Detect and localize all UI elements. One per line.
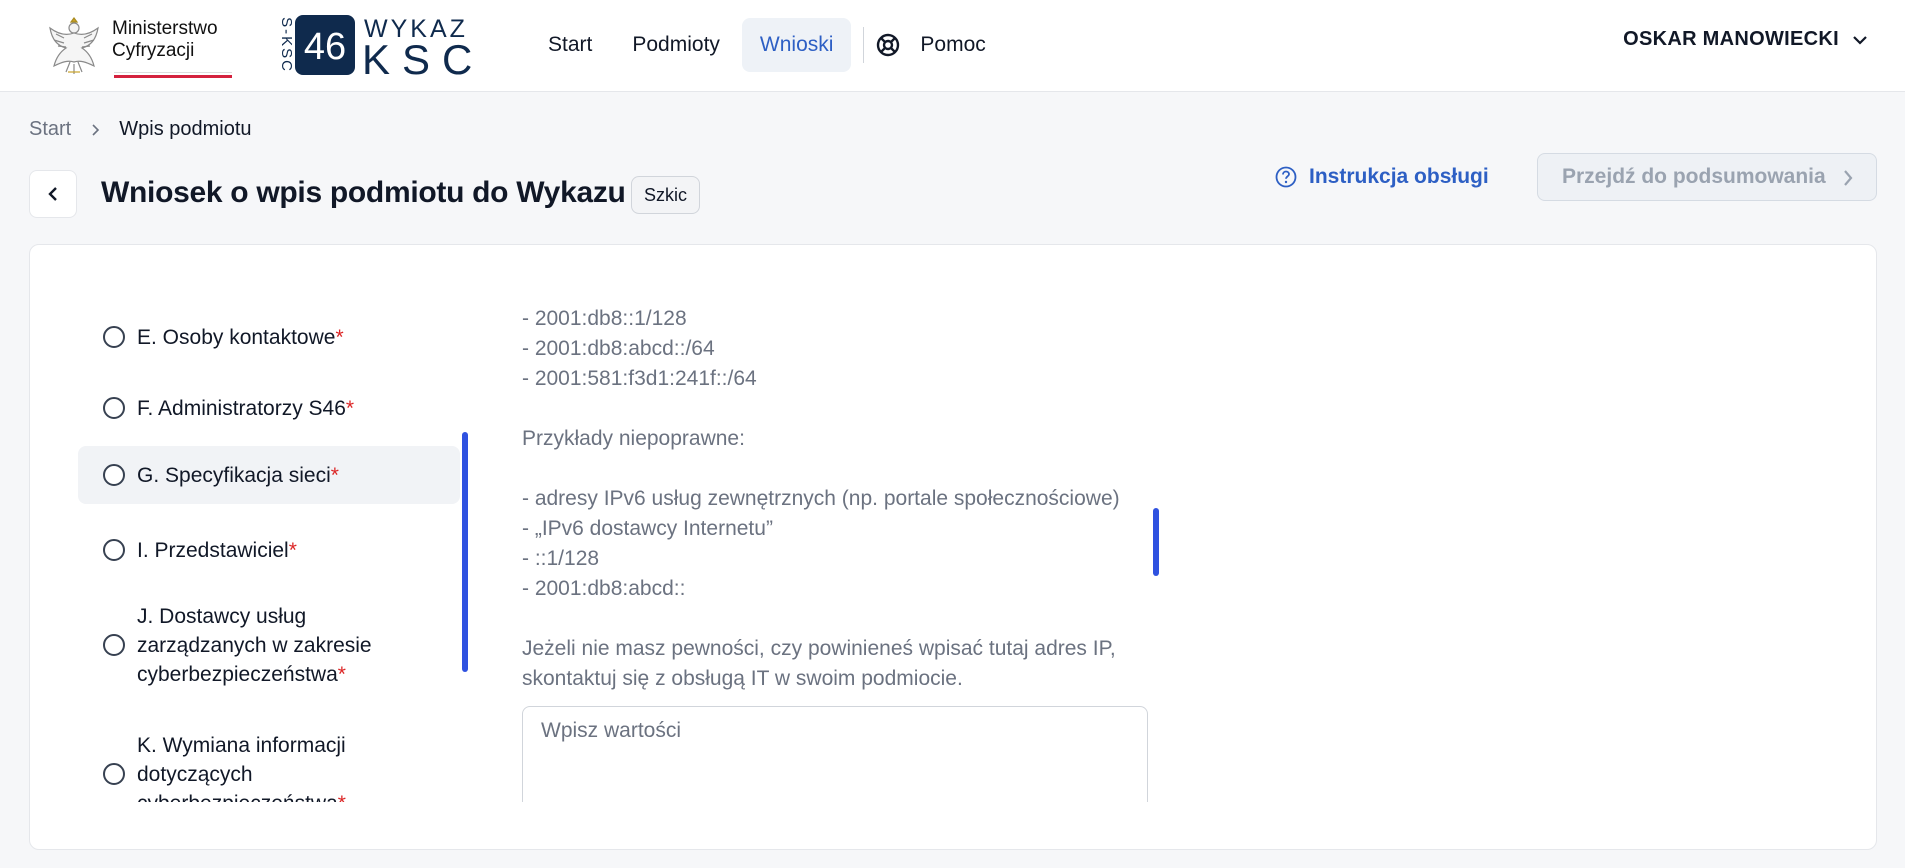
user-manual-link[interactable]: Instrukcja obsługi <box>1275 162 1489 192</box>
step-radio[interactable] <box>103 397 125 419</box>
chevron-right-icon <box>1844 170 1853 186</box>
nav-podmioty[interactable]: Podmioty <box>614 18 738 72</box>
step-f-administrators[interactable]: F. Administratorzy S46* <box>78 386 460 430</box>
lifebuoy-icon <box>877 33 900 57</box>
user-manual-label: Instrukcja obsługi <box>1309 165 1489 188</box>
step-k-security-info-exchange[interactable]: K. Wymiana informacji dotyczących cyberb… <box>78 730 460 802</box>
ksc-logo-side: S-KSC <box>278 17 295 73</box>
incorrect-example: - 2001:db8:abcd:: <box>522 577 686 600</box>
incorrect-examples-heading: Przykłady niepoprawne: <box>522 427 745 450</box>
breadcrumb-current: Wpis podmiotu <box>119 118 252 140</box>
correct-example: - 2001:581:f3d1:241f::/64 <box>522 367 757 390</box>
step-label: J. Dostawcy usług zarządzanych w zakresi… <box>137 604 372 686</box>
top-navigation-bar: Ministerstwo Cyfryzacji S-KSC 46 WYKAZ K… <box>0 0 1905 92</box>
steps-scrollbar[interactable] <box>462 432 468 672</box>
nav-divider <box>863 27 865 63</box>
step-label: F. Administratorzy S46* <box>137 396 355 420</box>
wykaz-ksc-logo[interactable]: S-KSC 46 WYKAZ KSC <box>268 14 508 76</box>
help-circle-icon <box>1275 166 1297 188</box>
ministry-name-line2: Cyfryzacji <box>112 40 195 61</box>
eagle-emblem-icon <box>49 17 99 74</box>
nav-help-label: Pomoc <box>920 33 986 56</box>
status-badge: Szkic <box>631 176 701 214</box>
ministry-name-line1: Ministerstwo <box>112 18 218 39</box>
step-label: K. Wymiana informacji dotyczących cyberb… <box>137 733 346 803</box>
user-name: OSKAR MANOWIECKI <box>1623 28 1839 50</box>
nav-wnioski[interactable]: Wnioski <box>741 18 852 72</box>
breadcrumb-start[interactable]: Start <box>29 118 71 141</box>
back-button[interactable] <box>29 170 77 218</box>
page-title: Wniosek o wpis podmiotu do Wykazu <box>101 176 626 209</box>
chevron-right-icon <box>92 123 100 136</box>
incorrect-example: - „IPv6 dostawcy Internetu” <box>522 517 773 540</box>
correct-example: - 2001:db8:abcd::/64 <box>522 337 715 360</box>
step-label: I. Przedstawiciel* <box>137 538 297 562</box>
correct-example: - 2001:db8::1/128 <box>522 307 687 330</box>
section-content[interactable]: - 2001:db8::1/128 - 2001:db8:abcd::/64 -… <box>522 304 1152 802</box>
nav-start[interactable]: Start <box>530 18 610 72</box>
incorrect-example: - ::1/128 <box>522 547 600 570</box>
breadcrumb: Start Wpis podmiotu <box>29 118 252 141</box>
ksc-logo-ksc: KSC <box>362 36 484 76</box>
step-label: E. Osoby kontaktowe* <box>137 325 344 349</box>
chevron-left-icon <box>48 187 57 201</box>
step-g-network-spec[interactable]: G. Specyfikacja sieci* <box>78 446 460 504</box>
incorrect-example: - adresy IPv6 usług zewnętrznych (np. po… <box>522 487 1120 510</box>
step-radio[interactable] <box>103 539 125 561</box>
it-contact-note: Jeżeli nie masz pewności, czy powinieneś… <box>522 637 1122 690</box>
chevron-down-icon <box>1853 35 1867 45</box>
nav-help[interactable]: Pomoc <box>876 33 986 57</box>
flag-bar <box>114 72 232 78</box>
values-input[interactable] <box>522 706 1148 802</box>
step-i-representative[interactable]: I. Przedstawiciel* <box>78 528 460 572</box>
form-steps-list[interactable]: E. Osoby kontaktowe* F. Administratorzy … <box>78 290 464 802</box>
step-e-contact-persons[interactable]: E. Osoby kontaktowe* <box>78 315 460 359</box>
ministry-name: Ministerstwo Cyfryzacji <box>112 18 218 62</box>
main-nav: Start Podmioty Wnioski Pomoc <box>530 18 986 72</box>
step-radio[interactable] <box>103 763 125 785</box>
step-radio[interactable] <box>103 464 125 486</box>
step-j-managed-security-providers[interactable]: J. Dostawcy usług zarządzanych w zakresi… <box>78 601 460 689</box>
step-label: G. Specyfikacja sieci* <box>137 463 339 487</box>
step-radio[interactable] <box>103 326 125 348</box>
ministry-logo[interactable]: Ministerstwo Cyfryzacji <box>44 12 234 80</box>
ksc-logo-number: 46 <box>304 26 346 68</box>
user-menu[interactable]: OSKAR MANOWIECKI <box>1623 28 1869 51</box>
content-scrollbar[interactable] <box>1153 508 1159 576</box>
go-to-summary-button[interactable]: Przejdź do podsumowania <box>1537 153 1877 201</box>
step-radio[interactable] <box>103 634 125 656</box>
go-to-summary-label: Przejdź do podsumowania <box>1562 165 1826 188</box>
